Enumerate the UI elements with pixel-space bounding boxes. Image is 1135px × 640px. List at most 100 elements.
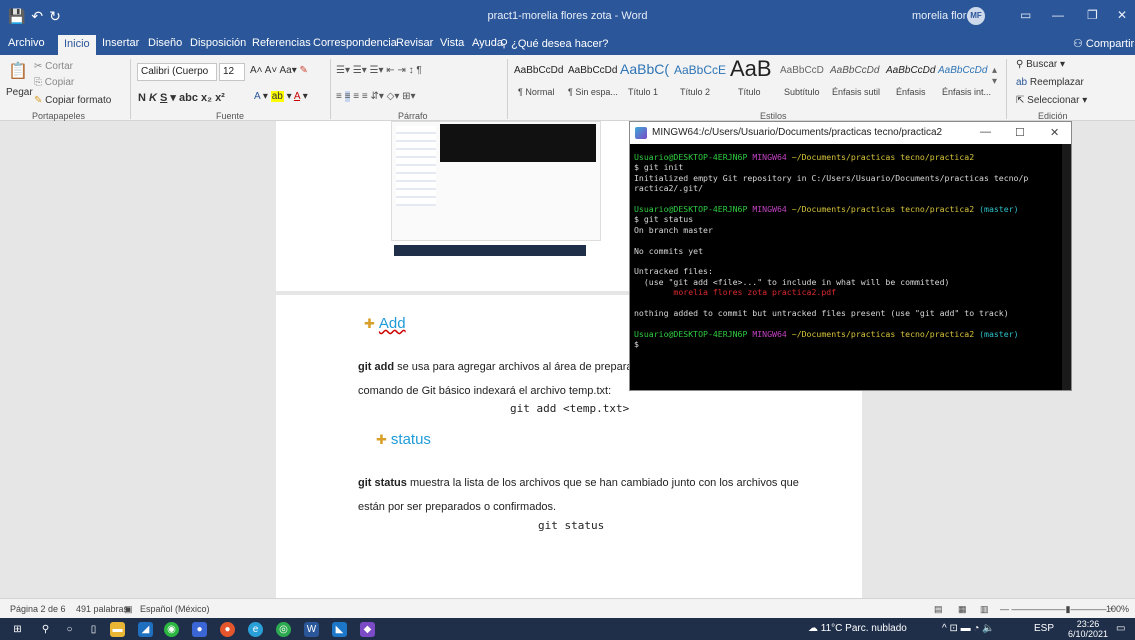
firefox-icon[interactable]: ● — [220, 622, 235, 637]
file-explorer-icon[interactable]: ▬ — [110, 622, 125, 637]
tab-correspondencia[interactable]: Correspondencia — [313, 37, 397, 49]
tell-me-search[interactable]: ⚲ ¿Qué desea hacer? — [500, 37, 608, 50]
paste-icon[interactable]: 📋 — [8, 61, 28, 81]
windows-start-icon[interactable]: ⊞ — [10, 622, 25, 637]
style-normal-preview[interactable]: AaBbCcDd — [514, 65, 563, 76]
git-bash-taskbar-icon[interactable]: ◆ — [360, 622, 375, 637]
notifications-icon[interactable]: ▭ — [1116, 623, 1125, 634]
share-button[interactable]: ⚇ Compartir — [1073, 37, 1134, 50]
clock[interactable]: 23:26 6/10/2021 — [1068, 619, 1108, 639]
alignment-buttons[interactable]: ≡ ≡ ≡ ≡ ⇵▾ ◇▾ ⊞▾ — [336, 91, 416, 102]
terminal-maximize-icon[interactable]: ☐ — [1015, 126, 1025, 139]
style-heading2-preview[interactable]: AaBbCcE — [674, 63, 726, 77]
zoom-level[interactable]: 100% — [1106, 604, 1129, 614]
language[interactable]: Español (México) — [140, 604, 210, 614]
terminal-output[interactable]: Usuario@DESKTOP-4ERJN6P MINGW64 ~/Docume… — [634, 152, 1066, 350]
ribbon-display-icon[interactable]: ▭ — [1020, 8, 1031, 22]
read-mode-icon[interactable]: ▤ — [934, 604, 943, 615]
tab-inicio[interactable]: Inicio — [58, 35, 96, 55]
person-icon: ⚇ — [1073, 38, 1086, 50]
task-view-icon[interactable]: ▯ — [86, 622, 101, 637]
group-divider — [330, 59, 331, 119]
status-paragraph-line-2: están por ser preparados o confirmados. — [358, 501, 557, 513]
style-normal[interactable]: ¶ Normal — [518, 87, 554, 97]
style-title-preview[interactable]: AaB — [730, 56, 772, 82]
zoom-slider[interactable]: — ——————▮———— + — [1000, 604, 1114, 615]
style-subtitle-preview[interactable]: AaBbCcD — [780, 65, 824, 76]
styles-scroll-icon[interactable]: ▴ ▾ — [992, 65, 997, 87]
select-button[interactable]: ⇱ Seleccionar ▾ — [1016, 95, 1087, 106]
system-tray-icons[interactable]: ^ ⊡ ▬ ◔ 🔈 — [942, 623, 995, 634]
tab-referencias[interactable]: Referencias — [252, 37, 311, 49]
clipboard-group-label: Portapapeles — [32, 111, 86, 121]
weather-widget[interactable]: ☁ 11°C Parc. nublado — [808, 623, 907, 634]
restore-icon[interactable]: ❐ — [1087, 8, 1098, 22]
terminal-minimize-icon[interactable]: — — [980, 126, 991, 138]
avatar[interactable]: MF — [967, 7, 985, 25]
tab-vista[interactable]: Vista — [440, 37, 464, 49]
edge-icon[interactable]: e — [248, 622, 263, 637]
font-grow-shrink[interactable]: A˄ A˅ Aa▾ ✎ — [250, 65, 308, 76]
terminal-close-icon[interactable]: ✕ — [1050, 126, 1059, 139]
style-nospacing[interactable]: ¶ Sin espa... — [568, 87, 618, 97]
find-button[interactable]: ⚲ Buscar ▾ — [1016, 59, 1065, 70]
tab-ayuda[interactable]: Ayuda — [472, 37, 503, 49]
page-count[interactable]: Página 2 de 6 — [10, 604, 66, 614]
word-count[interactable]: 491 palabras — [76, 604, 128, 614]
add-paragraph-line-2: comando de Git básico indexará el archiv… — [358, 385, 612, 397]
copy-icon: ⎘ — [34, 77, 45, 88]
tab-insertar[interactable]: Insertar — [102, 37, 139, 49]
close-icon[interactable]: ✕ — [1117, 8, 1127, 22]
style-emphasis[interactable]: Énfasis — [896, 87, 926, 97]
font-name-select[interactable]: Calibri (Cuerpo — [137, 63, 217, 81]
web-layout-icon[interactable]: ▥ — [980, 604, 989, 615]
style-intense-emphasis-preview[interactable]: AaBbCcDd — [938, 65, 987, 76]
input-language[interactable]: ESP — [1034, 623, 1054, 634]
status-code-example: git status — [538, 519, 605, 532]
style-emphasis-preview[interactable]: AaBbCcDd — [886, 65, 935, 76]
store-icon[interactable]: ◢ — [138, 622, 153, 637]
output-line: Untracked files: — [634, 266, 713, 277]
proofing-icon[interactable]: ▣ — [124, 604, 133, 615]
terminal-title: MINGW64:/c/Users/Usuario/Documents/pract… — [652, 127, 943, 138]
style-title[interactable]: Título — [738, 87, 761, 97]
font-format-buttons[interactable]: N K S ▾ abc x₂ x² — [138, 91, 225, 104]
font-size-select[interactable]: 12 — [219, 63, 245, 81]
list-buttons[interactable]: ☰▾ ☰▾ ☰▾ ⇤ ⇥ ↕ ¶ — [336, 65, 422, 76]
tab-archivo[interactable]: Archivo — [8, 37, 45, 49]
format-painter-button[interactable]: ✎ Copiar formato — [34, 95, 111, 106]
terminal-title-bar[interactable]: MINGW64:/c/Users/Usuario/Documents/pract… — [630, 122, 1071, 144]
search-icon[interactable]: ⚲ — [38, 622, 53, 637]
app-icon[interactable]: ◣ — [332, 622, 347, 637]
messenger-icon[interactable]: ● — [192, 622, 207, 637]
group-divider — [1006, 59, 1007, 119]
git-bash-window[interactable]: MINGW64:/c/Users/Usuario/Documents/pract… — [629, 121, 1072, 391]
copy-button[interactable]: ⎘ Copiar — [34, 77, 74, 88]
word-icon[interactable]: W — [304, 622, 319, 637]
heading-status: ✚ status — [376, 431, 431, 448]
word-title-bar: 💾↶↻ pract1-morelia flores zota - Word mo… — [0, 0, 1135, 33]
terminal-scrollbar[interactable] — [1062, 144, 1071, 390]
replace-button[interactable]: ab Reemplazar — [1016, 77, 1084, 88]
style-heading1[interactable]: Título 1 — [628, 87, 658, 97]
tab-disposicion[interactable]: Disposición — [190, 37, 246, 49]
paste-button[interactable]: Pegar — [6, 87, 33, 98]
font-color-buttons[interactable]: A ▾ ab ▾ A ▾ — [254, 91, 308, 102]
cortana-icon[interactable]: ○ — [62, 622, 77, 637]
style-nospacing-preview[interactable]: AaBbCcDd — [568, 65, 617, 76]
minimize-icon[interactable]: — — [1052, 8, 1064, 22]
print-layout-icon[interactable]: ▦ — [958, 604, 967, 615]
whatsapp-icon[interactable]: ◉ — [164, 622, 179, 637]
cut-button[interactable]: ✂ Cortar — [34, 61, 73, 72]
style-subtle-emphasis-preview[interactable]: AaBbCcDd — [830, 65, 879, 76]
chrome-icon[interactable]: ◎ — [276, 622, 291, 637]
output-line: (use "git add <file>..." to include in w… — [634, 276, 950, 287]
style-subtle-emphasis[interactable]: Énfasis sutil — [832, 87, 880, 97]
explorer-tree-image — [396, 126, 436, 206]
style-intense-emphasis[interactable]: Énfasis int... — [942, 87, 991, 97]
tab-diseno[interactable]: Diseño — [148, 37, 182, 49]
style-heading2[interactable]: Título 2 — [680, 87, 710, 97]
style-heading1-preview[interactable]: AaBbC( — [620, 61, 669, 77]
style-subtitle[interactable]: Subtítulo — [784, 87, 820, 97]
tab-revisar[interactable]: Revisar — [396, 37, 433, 49]
